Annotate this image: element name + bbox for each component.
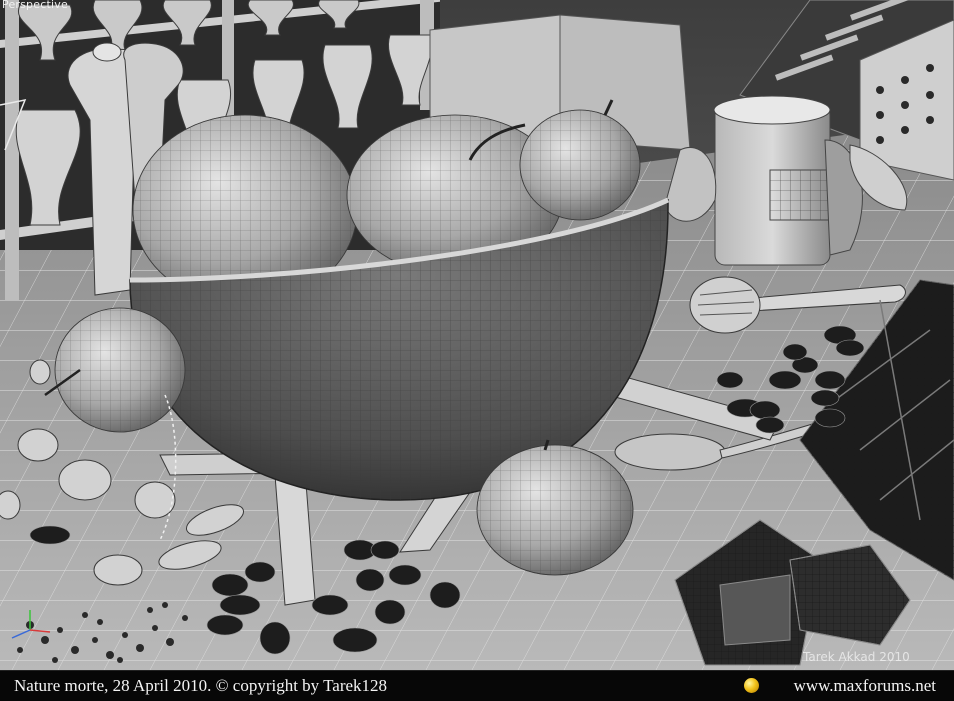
globe-icon — [744, 678, 759, 693]
image-caption: Nature morte, 28 April 2010. © copyright… — [14, 676, 388, 695]
author-watermark: Tarek Akkad 2010 — [803, 650, 910, 664]
caption-bar: Nature morte, 28 April 2010. © copyright… — [0, 670, 954, 701]
perspective-viewport[interactable]: Perspective Tarek Akkad 2010 — [0, 0, 954, 670]
scene-render — [0, 0, 954, 670]
viewport-label[interactable]: Perspective — [2, 0, 68, 11]
site-link[interactable]: www.maxforums.net — [794, 676, 936, 696]
